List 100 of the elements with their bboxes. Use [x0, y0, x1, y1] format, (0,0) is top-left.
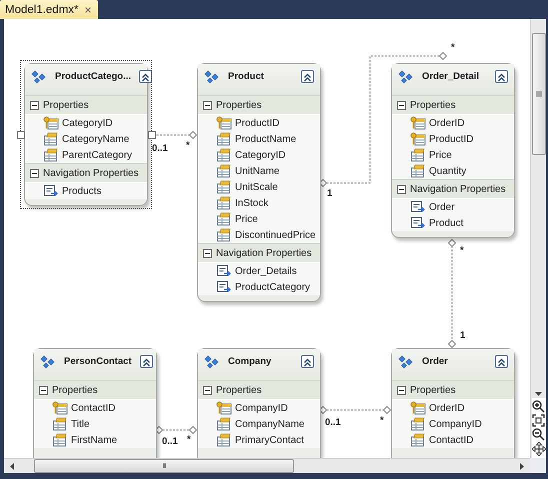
association-line[interactable] — [448, 238, 456, 348]
property-icon — [410, 148, 426, 162]
document-tab[interactable]: Model1.edmx* × — [0, 0, 98, 19]
multiplicity-label: 0..1 — [152, 143, 168, 154]
collapse-button[interactable] — [140, 355, 153, 368]
navigation-property[interactable]: Product — [429, 218, 464, 228]
entity-icon — [31, 70, 47, 84]
key-icon — [216, 116, 232, 130]
section-label: Navigation Properties — [410, 184, 506, 194]
entity-icon — [398, 70, 414, 84]
key-icon — [410, 401, 426, 415]
entity-icon — [398, 355, 414, 369]
entity-box[interactable]: Order_Detail Properties OrderID ProductID Price Quantity Navigation Properties Order Product — [391, 63, 515, 238]
property-name[interactable]: Price — [429, 150, 452, 160]
property-icon — [216, 196, 232, 210]
entity-icon — [40, 355, 56, 369]
key-icon — [52, 401, 68, 415]
entity-title: Order — [422, 356, 449, 367]
navigation-icon — [216, 264, 232, 278]
property-icon — [216, 433, 232, 447]
multiplicity-label: * — [186, 140, 190, 151]
entity-icon — [204, 70, 220, 84]
property-name[interactable]: Title — [71, 418, 90, 430]
scrollbar-thumb[interactable] — [532, 33, 546, 155]
association-line[interactable] — [154, 426, 198, 434]
scroll-right-icon[interactable] — [520, 462, 524, 470]
multiplicity-label: * — [451, 42, 455, 53]
section-label: Navigation Properties — [43, 168, 139, 178]
property-icon — [216, 132, 232, 146]
entity-icon — [204, 355, 220, 369]
property-icon — [52, 433, 68, 447]
property-icon — [216, 180, 232, 194]
fit-to-window-icon[interactable] — [532, 414, 545, 427]
zoom-in-icon[interactable] — [532, 400, 545, 413]
collapse-button[interactable] — [495, 355, 508, 368]
section-label: Properties — [52, 384, 98, 396]
entity-box[interactable]: PersonContact Properties ContactID Title FirstName — [33, 348, 157, 458]
section-toggle[interactable] — [203, 100, 212, 110]
property-icon — [216, 164, 232, 178]
section-toggle[interactable] — [39, 386, 48, 394]
property-icon — [43, 148, 59, 162]
property-icon — [410, 417, 426, 431]
property-icon — [52, 417, 68, 431]
multiplicity-label: 0..1 — [325, 417, 341, 428]
section-toggle[interactable] — [30, 168, 39, 178]
property-name[interactable]: Price — [235, 214, 258, 224]
property-icon — [410, 164, 426, 178]
section-toggle[interactable] — [397, 386, 406, 394]
scroll-down-icon[interactable] — [535, 392, 542, 396]
key-icon — [216, 401, 232, 415]
scroll-left-icon[interactable] — [10, 462, 14, 470]
resize-handle[interactable] — [17, 130, 25, 138]
multiplicity-label: * — [187, 434, 191, 445]
entity-box[interactable]: Company Properties CompanyID CompanyName PrimaryContact — [197, 348, 321, 458]
section-toggle[interactable] — [397, 100, 406, 110]
key-icon — [43, 116, 59, 130]
property-icon — [410, 433, 426, 447]
multiplicity-label: 1 — [460, 330, 466, 341]
property-icon — [216, 148, 232, 162]
property-icon — [216, 212, 232, 226]
multiplicity-label: 0..1 — [162, 436, 178, 447]
section-toggle[interactable] — [203, 248, 212, 258]
entity-box[interactable]: Order Properties OrderID CompanyID ContactID — [391, 348, 515, 458]
pan-icon[interactable] — [532, 442, 546, 456]
entity-title: Product — [228, 71, 265, 82]
section-label: Properties — [410, 384, 456, 396]
section-label: Properties — [216, 384, 262, 396]
section-toggle[interactable] — [397, 184, 406, 194]
section-label: Properties — [43, 100, 89, 110]
section-label: Properties — [216, 100, 262, 110]
navigation-icon — [410, 200, 426, 214]
close-button[interactable]: × — [84, 2, 92, 16]
navigation-icon — [410, 216, 426, 230]
multiplicity-label: 1 — [327, 188, 332, 199]
section-label: Navigation Properties — [216, 248, 312, 258]
property-icon — [216, 417, 232, 431]
collapse-button[interactable] — [139, 70, 152, 83]
property-icon — [216, 228, 232, 242]
entity-title: ProductCatego... — [55, 71, 132, 82]
multiplicity-label: * — [460, 245, 464, 256]
collapse-button[interactable] — [301, 355, 314, 368]
section-label: Properties — [410, 100, 456, 110]
entity-box[interactable]: Product Properties ProductID ProductName CategoryID UnitName UnitScale InStock Price DiscontinuedPrice Navigation Properties Order_Details ProductCategory — [197, 63, 321, 302]
navigation-property[interactable]: Order — [429, 202, 455, 212]
property-icon — [43, 132, 59, 146]
zoom-out-icon[interactable] — [532, 428, 545, 441]
section-toggle[interactable] — [30, 100, 39, 110]
section-toggle[interactable] — [203, 386, 212, 394]
navigation-icon — [216, 280, 232, 294]
entity-title: Order_Detail — [422, 71, 480, 82]
resize-handle[interactable] — [148, 130, 156, 138]
entity-title: PersonContact — [64, 356, 132, 367]
multiplicity-label: * — [380, 415, 384, 426]
key-icon — [410, 116, 426, 130]
collapse-button[interactable] — [301, 70, 314, 83]
collapse-button[interactable] — [495, 70, 508, 83]
association-line[interactable] — [318, 406, 392, 414]
entity-title: Company — [228, 356, 272, 367]
navigation-icon — [43, 184, 59, 198]
property-name[interactable]: InStock — [235, 198, 268, 208]
